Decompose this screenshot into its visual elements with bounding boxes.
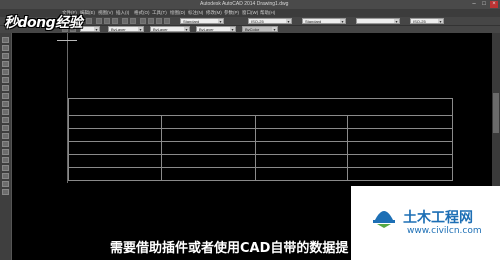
gradient-icon[interactable] [2,157,9,163]
ellipse-arc-icon[interactable] [2,117,9,123]
linetype-select[interactable]: ByLayer ▾ [150,26,190,32]
paste-icon[interactable] [112,18,118,24]
plot-style-select[interactable]: ByColor ▾ [242,26,278,32]
menu-help[interactable]: 帮助(H) [260,9,275,17]
rectangle-icon[interactable] [2,69,9,75]
text-style-value: Standard [183,19,200,24]
ellipse-icon[interactable] [2,109,9,115]
region-icon[interactable] [2,165,9,171]
table-column-line [255,115,256,180]
minimize-icon[interactable]: – [470,1,478,8]
maximize-icon[interactable]: □ [480,1,488,8]
copy-icon[interactable] [104,18,110,24]
print-icon[interactable] [86,18,92,24]
linetype-value: ByLayer [153,27,168,32]
layer-select[interactable]: ▾ [80,26,100,32]
multileader-style-value: ISO-25 [413,19,426,24]
chevron-down-icon: ▾ [138,27,143,32]
color-select[interactable]: ByLayer ▾ [108,26,144,32]
dim-style-select[interactable]: ISO-25 ▾ [248,18,292,24]
chevron-down-icon: ▾ [94,27,99,32]
menu-tools[interactable]: 工具(T) [152,9,167,17]
construction-line-icon[interactable] [2,45,9,51]
window-title: Autodesk AutoCAD 2014 Drawing1.dwg [200,1,289,7]
dim-style-value: ISO-25 [251,19,264,24]
table-column-line [161,115,162,180]
table-border-top [68,98,452,99]
helmet-icon [373,211,395,228]
point-icon[interactable] [2,141,9,147]
circle-icon[interactable] [2,85,9,91]
table-row-line [68,167,452,168]
table-border-right [452,98,453,181]
lineweight-value: ByLayer [199,27,214,32]
site-brand: 土木工程网 [403,210,473,226]
site-url: www.civilcn.com [407,226,482,236]
chevron-down-icon: ▾ [184,27,189,32]
chevron-down-icon: ▾ [394,19,399,24]
lineweight-select[interactable]: ByLayer ▾ [196,26,236,32]
table-icon[interactable] [2,173,9,179]
table-style-value: Standard [305,19,322,24]
table-style-select[interactable]: Standard ▾ [302,18,346,24]
spline-icon[interactable] [2,101,9,107]
chevron-down-icon: ▾ [272,27,277,32]
polygon-icon[interactable] [2,61,9,67]
chevron-down-icon: ▾ [340,19,345,24]
cut-icon[interactable] [96,18,102,24]
site-logo: 土木工程网 www.civilcn.com [351,186,500,260]
properties-icon[interactable] [156,18,162,24]
table-title-line [68,115,452,116]
arc-icon[interactable] [2,77,9,83]
multileader-style-select[interactable]: ISO-25 ▾ [410,18,444,24]
search-select[interactable]: ▾ [356,18,400,24]
line-icon[interactable] [2,37,9,43]
close-icon[interactable]: × [490,1,498,8]
watermark-logo: 秒dong经验 [4,15,83,31]
table-row-line [68,141,452,142]
chevron-down-icon: ▾ [286,19,291,24]
text-style-select[interactable]: Standard ▾ [180,18,224,24]
title-bar: Autodesk AutoCAD 2014 Drawing1.dwg – □ × [0,0,500,9]
menu-parametric[interactable]: 参数(P) [224,9,239,17]
pan-icon[interactable] [140,18,146,24]
chevron-down-icon: ▾ [230,27,235,32]
make-block-icon[interactable] [2,133,9,139]
chevron-down-icon: ▾ [218,19,223,24]
undo-icon[interactable] [122,18,128,24]
crosshair-horizontal [57,40,77,41]
revision-cloud-icon[interactable] [2,93,9,99]
table-row-line [68,128,452,129]
redo-icon[interactable] [130,18,136,24]
draw-tool-palette [0,33,12,260]
table-column-line [347,115,348,180]
menu-view[interactable]: 视图(V) [98,9,113,17]
video-subtitle: 需要借助插件或者使用CAD自带的数据提 [110,241,349,256]
color-value: ByLayer [111,27,126,32]
chevron-down-icon: ▾ [438,19,443,24]
menu-insert[interactable]: 插入(I) [116,9,129,17]
scrollbar-thumb[interactable] [493,93,499,133]
table-border-bottom [68,180,452,181]
design-center-icon[interactable] [164,18,170,24]
table-border-left [68,98,69,181]
menu-modify[interactable]: 修改(M) [206,9,222,17]
add-selected-icon[interactable] [2,189,9,195]
menu-dimension[interactable]: 标注(N) [188,9,203,17]
menu-draw[interactable]: 绘图(D) [170,9,185,17]
multiline-text-icon[interactable] [2,181,9,187]
insert-block-icon[interactable] [2,125,9,131]
zoom-icon[interactable] [148,18,154,24]
hatch-icon[interactable] [2,149,9,155]
plot-style-value: ByColor [245,27,260,32]
menu-format[interactable]: 格式(O) [134,9,150,17]
polyline-icon[interactable] [2,53,9,59]
menu-window[interactable]: 窗口(W) [242,9,258,17]
table-row-line [68,154,452,155]
menu-edit[interactable]: 编辑(E) [80,9,95,17]
